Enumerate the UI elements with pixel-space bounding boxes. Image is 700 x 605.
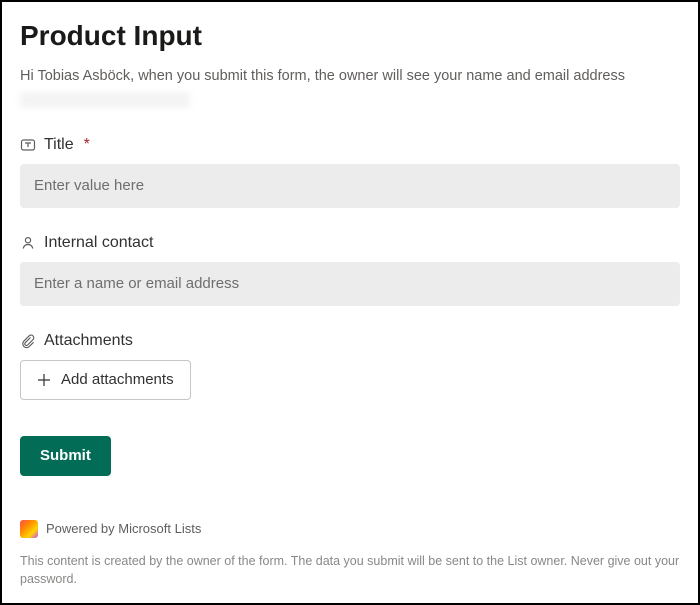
field-title: Title * [20, 136, 680, 208]
submit-button[interactable]: Submit [20, 436, 111, 476]
microsoft-lists-icon [20, 520, 38, 538]
field-internal-contact-label-text: Internal contact [44, 234, 153, 252]
field-title-label: Title * [20, 136, 680, 154]
internal-contact-input[interactable] [20, 262, 680, 306]
person-icon [20, 235, 36, 251]
title-input[interactable] [20, 164, 680, 208]
field-internal-contact-label: Internal contact [20, 234, 680, 252]
required-marker: * [84, 136, 90, 154]
page-title: Product Input [20, 20, 680, 52]
text-field-icon [20, 137, 36, 153]
add-attachments-label: Add attachments [61, 371, 174, 388]
powered-by: Powered by Microsoft Lists [20, 520, 680, 538]
plus-icon [37, 373, 51, 387]
paperclip-icon [20, 333, 36, 349]
redacted-text [20, 92, 190, 108]
footer: Powered by Microsoft Lists This content … [20, 520, 680, 588]
field-attachments-label: Attachments [20, 332, 680, 350]
field-title-label-text: Title [44, 136, 74, 154]
disclaimer-text: This content is created by the owner of … [20, 552, 680, 588]
intro-text: Hi Tobias Asböck, when you submit this f… [20, 66, 680, 88]
powered-by-text: Powered by Microsoft Lists [46, 521, 201, 536]
field-attachments: Attachments Add attachments [20, 332, 680, 400]
field-attachments-label-text: Attachments [44, 332, 133, 350]
field-internal-contact: Internal contact [20, 234, 680, 306]
add-attachments-button[interactable]: Add attachments [20, 360, 191, 400]
